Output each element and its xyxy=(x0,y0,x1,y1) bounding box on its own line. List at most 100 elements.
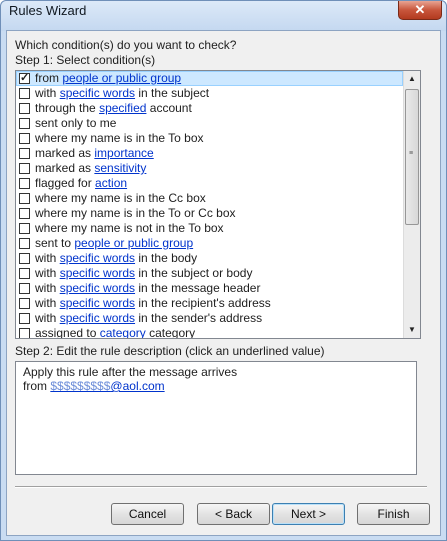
condition-value-link[interactable]: people or public group xyxy=(62,71,181,85)
condition-checkbox[interactable] xyxy=(19,208,30,219)
scroll-up-icon[interactable]: ▲ xyxy=(404,71,420,87)
condition-checkbox[interactable] xyxy=(19,193,30,204)
condition-row[interactable]: with specific words in the subject xyxy=(16,86,403,101)
description-from-line: from $$$$$$$$$@aol.com xyxy=(23,379,409,393)
condition-text: category xyxy=(145,326,196,339)
condition-value-link[interactable]: specific words xyxy=(60,281,135,295)
condition-text: where my name is in the To or Cc box xyxy=(35,206,236,220)
condition-text: in the subject xyxy=(135,86,210,100)
condition-text: with xyxy=(35,281,60,295)
condition-text: with xyxy=(35,266,60,280)
condition-value-link[interactable]: specific words xyxy=(60,266,135,280)
condition-checkbox[interactable]: ✓ xyxy=(19,73,30,84)
scroll-thumb[interactable]: ≡ xyxy=(405,89,419,225)
description-line: Apply this rule after the message arrive… xyxy=(23,365,238,379)
condition-text: with xyxy=(35,296,60,310)
condition-text: sent to xyxy=(35,236,75,250)
condition-text: through the xyxy=(35,101,100,115)
condition-text: where my name is in the To box xyxy=(35,131,204,145)
condition-checkbox[interactable] xyxy=(19,283,30,294)
condition-value-link[interactable]: importance xyxy=(94,146,153,160)
scroll-down-icon[interactable]: ▼ xyxy=(404,322,420,338)
dialog-body: Which condition(s) do you want to check?… xyxy=(6,30,441,536)
condition-value-link[interactable]: specified xyxy=(99,101,146,115)
condition-row[interactable]: assigned to category category xyxy=(16,326,403,339)
condition-row[interactable]: flagged for action xyxy=(16,176,403,191)
condition-checkbox[interactable] xyxy=(19,103,30,114)
from-prefix: from xyxy=(23,379,51,393)
divider xyxy=(15,486,427,488)
vertical-scrollbar[interactable]: ▲ ≡ ▼ xyxy=(403,71,420,338)
condition-checkbox[interactable] xyxy=(19,268,30,279)
prompt-text: Which condition(s) do you want to check? xyxy=(15,38,237,52)
condition-row[interactable]: marked as sensitivity xyxy=(16,161,403,176)
condition-text: in the subject or body xyxy=(135,266,253,280)
condition-text: assigned to xyxy=(35,326,100,339)
close-button[interactable]: ✕ xyxy=(398,1,442,20)
condition-value-link[interactable]: specific words xyxy=(60,86,135,100)
condition-text: marked as xyxy=(35,161,95,175)
condition-checkbox[interactable] xyxy=(19,298,30,309)
condition-row[interactable]: with specific words in the recipient's a… xyxy=(16,296,403,311)
step1-label: Step 1: Select condition(s) xyxy=(15,53,156,67)
condition-row[interactable]: where my name is in the To or Cc box xyxy=(16,206,403,221)
condition-row[interactable]: with specific words in the message heade… xyxy=(16,281,403,296)
condition-value-link[interactable]: specific words xyxy=(60,251,135,265)
condition-checkbox[interactable] xyxy=(19,163,30,174)
next-button[interactable]: Next > xyxy=(272,503,345,525)
sender-address-link[interactable]: $$$$$$$$$@aol.com xyxy=(50,379,164,393)
condition-value-link[interactable]: people or public group xyxy=(74,236,193,250)
title-bar: Rules Wizard ✕ xyxy=(1,1,446,31)
condition-text: with xyxy=(35,86,60,100)
condition-text: from xyxy=(35,71,63,85)
condition-text: marked as xyxy=(35,146,95,160)
grip-icon: ≡ xyxy=(409,150,414,157)
condition-checkbox[interactable] xyxy=(19,88,30,99)
condition-text: where my name is not in the To box xyxy=(35,221,224,235)
condition-row[interactable]: through the specified account xyxy=(16,101,403,116)
condition-text: sent only to me xyxy=(35,116,117,130)
condition-text: with xyxy=(35,251,60,265)
condition-row[interactable]: where my name is in the Cc box xyxy=(16,191,403,206)
condition-checkbox[interactable] xyxy=(19,118,30,129)
condition-text: in the recipient's address xyxy=(135,296,271,310)
condition-text: where my name is in the Cc box xyxy=(35,191,206,205)
finish-button[interactable]: Finish xyxy=(357,503,430,525)
condition-text: in the message header xyxy=(135,281,261,295)
step2-label: Step 2: Edit the rule description (click… xyxy=(15,344,325,358)
address-domain: @aol.com xyxy=(110,379,165,393)
condition-value-link[interactable]: specific words xyxy=(60,311,135,325)
condition-row[interactable]: where my name is in the To box xyxy=(16,131,403,146)
condition-checkbox[interactable] xyxy=(19,133,30,144)
condition-row[interactable]: with specific words in the sender's addr… xyxy=(16,311,403,326)
condition-checkbox[interactable] xyxy=(19,238,30,249)
condition-row[interactable]: ✓ from people or public group xyxy=(16,71,403,86)
condition-row[interactable]: marked as importance xyxy=(16,146,403,161)
rule-description: Apply this rule after the message arrive… xyxy=(15,361,417,475)
condition-checkbox[interactable] xyxy=(19,313,30,324)
rules-wizard-dialog: Rules Wizard ✕ Which condition(s) do you… xyxy=(0,0,447,541)
condition-list[interactable]: ✓ from people or public group with specifi… xyxy=(15,70,421,339)
window-title: Rules Wizard xyxy=(9,3,87,18)
condition-text: with xyxy=(35,311,60,325)
back-button[interactable]: < Back xyxy=(197,503,270,525)
condition-checkbox[interactable] xyxy=(19,178,30,189)
condition-value-link[interactable]: category xyxy=(100,326,146,338)
condition-checkbox[interactable] xyxy=(19,148,30,159)
condition-row[interactable]: with specific words in the body xyxy=(16,251,403,266)
condition-row[interactable]: with specific words in the subject or bo… xyxy=(16,266,403,281)
condition-text: in the body xyxy=(135,251,198,265)
condition-value-link[interactable]: specific words xyxy=(60,296,135,310)
condition-checkbox[interactable] xyxy=(19,223,30,234)
condition-row[interactable]: where my name is not in the To box xyxy=(16,221,403,236)
cancel-button[interactable]: Cancel xyxy=(111,503,184,525)
condition-rows: ✓ from people or public group with specifi… xyxy=(16,71,403,339)
condition-value-link[interactable]: action xyxy=(95,176,127,190)
condition-checkbox[interactable] xyxy=(19,328,30,338)
condition-text: account xyxy=(146,101,192,115)
condition-checkbox[interactable] xyxy=(19,253,30,264)
condition-row[interactable]: sent to people or public group xyxy=(16,236,403,251)
condition-text: flagged for xyxy=(35,176,96,190)
condition-row[interactable]: sent only to me xyxy=(16,116,403,131)
condition-value-link[interactable]: sensitivity xyxy=(94,161,146,175)
